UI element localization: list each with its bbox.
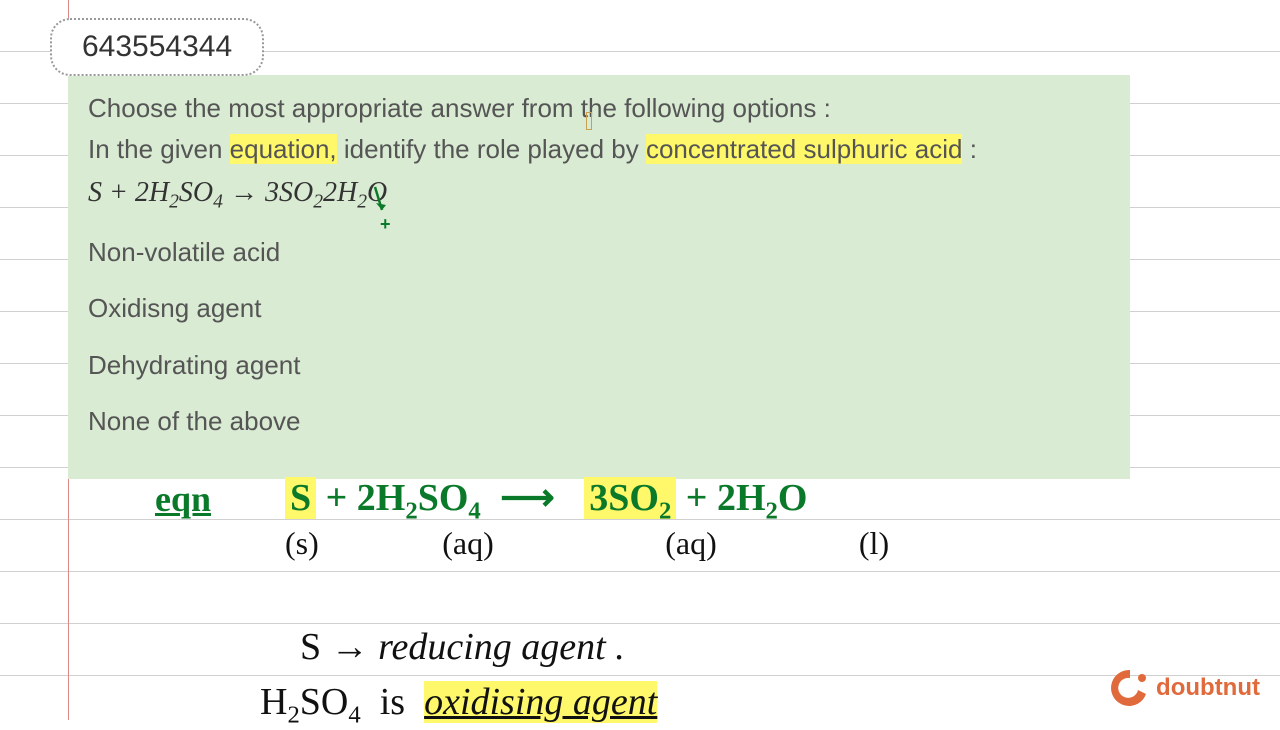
hw-l4-highlight: oxidising agent [424,681,657,723]
hw-eqn-label: eqn [155,478,211,520]
hw-product-so2: 3SO2 [584,477,676,519]
question-prompt-line1: Choose the most appropriate answer from … [88,90,1110,126]
hw-conclusion-h2so4: H2SO4 is oxidising agent [260,680,657,730]
hw-plus2: + [676,477,717,519]
logo-text: doubtnut [1156,674,1260,702]
chemical-equation: S + 2H2SO4 → 3SO22H2O [88,173,1110,216]
hw-l3-arrow: → [321,626,378,668]
option-c[interactable]: Dehydrating agent [88,347,1110,383]
text-cursor [586,112,592,130]
hw-reactant-h2so4: 2H2SO4 [357,477,481,519]
hw-arrow: ⟶ [481,477,584,519]
hw-l3-text: reducing agent . [378,626,625,668]
question-id-box: 643554344 [50,18,264,76]
hw-state-s: (s) [285,525,345,562]
hw-plus1: + [316,477,357,519]
hw-conclusion-s: S → reducing agent . [300,625,625,669]
q2-highlight-equation: equation, [230,134,337,164]
doubtnut-logo[interactable]: doubtnut [1108,666,1260,710]
hw-state-aq2: (aq) [591,525,791,562]
hw-reactant-s: S [285,477,316,519]
option-a[interactable]: Non-volatile acid [88,234,1110,270]
answer-options: Non-volatile acid Oxidisng agent Dehydra… [88,234,1110,440]
option-b[interactable]: Oxidisng agent [88,290,1110,326]
hw-product-h2o: 2H2O [717,477,807,519]
question-prompt-line2: In the given equation, identify the role… [88,131,1110,167]
question-panel: Choose the most appropriate answer from … [68,75,1130,479]
hw-state-l: (l) [799,525,949,562]
q2-pre: In the given [88,134,230,164]
hw-equation: S + 2H2SO4 ⟶ 3SO2 + 2H2O [285,475,807,526]
q2-mid: identify the role played by [337,134,646,164]
hw-l4-pre: H2SO4 is [260,681,424,723]
hw-states-row: (s) (aq) (aq) (l) [285,525,949,562]
question-id: 643554344 [82,30,232,63]
logo-icon [1108,666,1152,710]
q2-highlight-acid: concentrated sulphuric acid [646,134,963,164]
hw-l3-s: S [300,626,321,668]
hw-state-aq1: (aq) [353,525,583,562]
option-d[interactable]: None of the above [88,403,1110,439]
q2-post: : [962,134,976,164]
